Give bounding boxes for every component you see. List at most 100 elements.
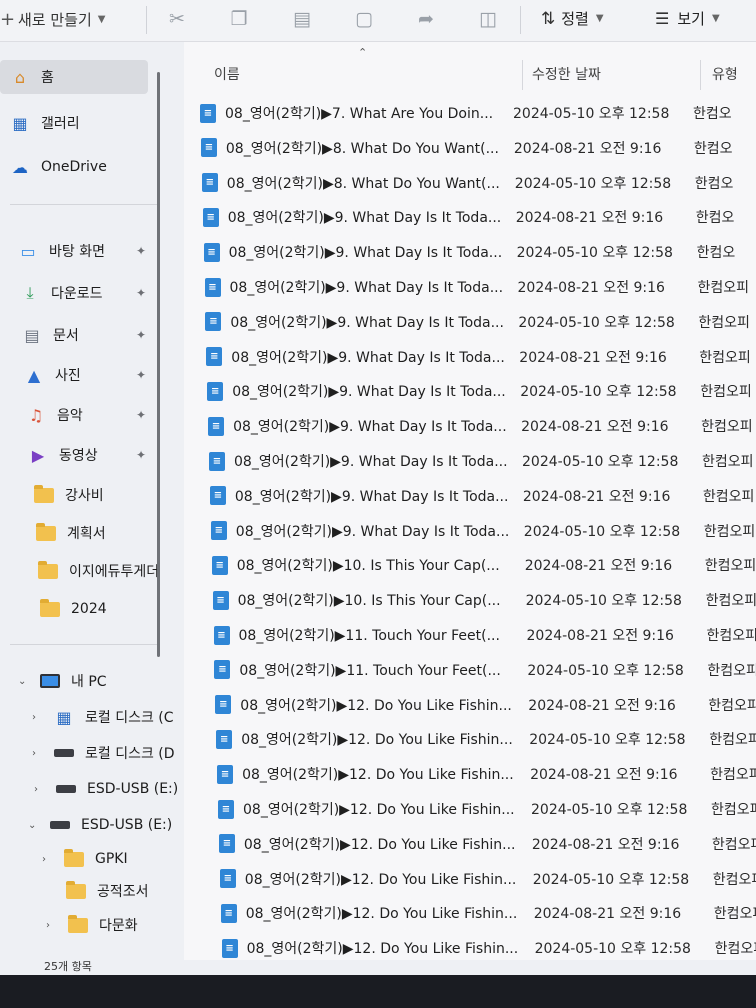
pin-icon[interactable]: ✦: [136, 408, 146, 422]
column-header-label: 유형: [712, 67, 738, 83]
file-list-view: ⌃ 이름 수정한 날짜 유형 ≡ 08_영어(2학기)▶7. What Are Y…: [184, 42, 756, 960]
file-row[interactable]: ≡ 08_영어(2학기)▶11. Touch Your Feet(... 2024-…: [213, 620, 756, 650]
sidebar-item-onedrive[interactable]: ☁ OneDrive: [0, 150, 107, 184]
sidebar-scrollbar[interactable]: [157, 72, 160, 657]
file-row[interactable]: ≡ 08_영어(2학기)▶9. What Day Is It Toda... 202…: [208, 411, 753, 441]
folder-icon: [38, 598, 62, 620]
hwp-document-icon: ≡: [209, 451, 225, 471]
hwp-document-icon: ≡: [221, 938, 238, 958]
chevron-right-icon[interactable]: ›: [34, 784, 48, 795]
sidebar-item-documents[interactable]: ▤ 문서 ✦: [0, 318, 146, 352]
file-row[interactable]: ≡ 08_영어(2학기)▶9. What Day Is It Toda... 202…: [209, 446, 754, 476]
sidebar-item-label: 동영상: [59, 448, 98, 464]
column-header-type[interactable]: 유형: [712, 56, 738, 92]
file-row[interactable]: ≡ 08_영어(2학기)▶8. What Do You Want(... 2024-…: [200, 133, 733, 163]
paste-icon[interactable]: ▤: [290, 7, 314, 31]
file-type: 한컴오: [693, 106, 732, 122]
file-type: 한컴오피스: [710, 767, 756, 784]
file-type: 한컴오피: [700, 384, 752, 401]
column-header-name[interactable]: 이름: [214, 56, 240, 92]
delete-icon[interactable]: ◫: [476, 7, 500, 31]
file-row[interactable]: ≡ 08_영어(2학기)▶7. What Are You Doin... 2024-…: [200, 98, 732, 128]
pin-icon[interactable]: ✦: [136, 244, 146, 258]
file-row[interactable]: ≡ 08_영어(2학기)▶9. What Day Is It Toda... 202…: [205, 307, 750, 337]
file-name: 08_영어(2학기)▶9. What Day Is It Toda...: [229, 280, 504, 296]
sidebar-item-desktop[interactable]: ▭ 바탕 화면 ✦: [0, 234, 146, 268]
file-row[interactable]: ≡ 08_영어(2학기)▶12. Do You Like Fishin... 202…: [216, 724, 756, 754]
hwp-document-icon: ≡: [201, 173, 218, 193]
file-row[interactable]: ≡ 08_영어(2학기)▶11. Touch Your Feet(... 2024-…: [214, 655, 756, 685]
sidebar-item-pictures[interactable]: ▲ 사진 ✦: [0, 358, 146, 392]
pin-icon[interactable]: ✦: [136, 448, 146, 462]
view-button[interactable]: ☰ 보기 ▼: [655, 8, 720, 29]
chevron-right-icon[interactable]: ›: [32, 712, 46, 723]
chevron-down-icon[interactable]: ⌄: [28, 820, 42, 831]
file-row[interactable]: ≡ 08_영어(2학기)▶8. What Do You Want(... 2024-…: [201, 168, 733, 198]
folder-icon: [66, 914, 90, 936]
sidebar-item-music[interactable]: ♫ 음악 ✦: [0, 398, 146, 432]
sidebar-item-usb-drive[interactable]: › ESD-USB (E:): [0, 772, 178, 806]
file-row[interactable]: ≡ 08_영어(2학기)▶10. Is This Your Cap(... 2024…: [211, 550, 756, 580]
sidebar-item-usb-drive-expanded[interactable]: ⌄ ESD-USB (E:): [0, 808, 172, 842]
file-row[interactable]: ≡ 08_영어(2학기)▶9. What Day Is It Toda... 202…: [206, 342, 751, 372]
file-row[interactable]: ≡ 08_영어(2학기)▶12. Do You Like Fishin... 202…: [218, 829, 756, 859]
sidebar-item-downloads[interactable]: ⤓ 다운로드 ✦: [0, 276, 146, 310]
column-divider[interactable]: [700, 60, 701, 90]
file-row[interactable]: ≡ 08_영어(2학기)▶9. What Day Is It Toda... 202…: [203, 237, 735, 267]
sidebar-item-folder[interactable]: › GPKI: [0, 842, 128, 876]
sort-button[interactable]: ⇅ 정렬 ▼: [541, 8, 604, 29]
file-row[interactable]: ≡ 08_영어(2학기)▶9. What Day Is It Toda... 202…: [210, 516, 756, 546]
column-divider[interactable]: [522, 60, 523, 90]
file-row[interactable]: ≡ 08_영어(2학기)▶9. What Day Is It Toda... 202…: [204, 272, 749, 302]
chevron-down-icon[interactable]: ⌄: [18, 676, 32, 687]
column-header-modified[interactable]: 수정한 날짜: [532, 56, 601, 92]
sidebar-item-label: 문서: [53, 328, 79, 344]
sidebar-item-this-pc[interactable]: ⌄ 내 PC: [0, 664, 107, 698]
file-modified-date: 2024-08-21 오전 9:16: [517, 280, 665, 296]
sidebar-item-home[interactable]: ⌂ 홈: [0, 60, 148, 94]
sidebar-item-gallery[interactable]: ▦ 갤러리: [0, 106, 79, 140]
cut-icon[interactable]: ✂: [165, 7, 189, 31]
sidebar-item-folder[interactable]: 이지에듀투게더: [0, 554, 159, 588]
sidebar-item-folder[interactable]: › 다문화: [0, 908, 138, 942]
sidebar-item-label: 로컬 디스크 (C: [85, 710, 174, 726]
rename-icon[interactable]: ▢: [352, 7, 376, 31]
pictures-icon: ▲: [27, 365, 41, 385]
chevron-right-icon[interactable]: ›: [32, 748, 46, 759]
pin-icon[interactable]: ✦: [136, 286, 146, 300]
file-name: 08_영어(2학기)▶12. Do You Like Fishin...: [244, 871, 517, 888]
sort-ascending-icon: ⌃: [358, 46, 368, 59]
hwp-document-icon: ≡: [215, 695, 232, 715]
sidebar-item-folder[interactable]: 강사비: [0, 478, 104, 512]
file-row[interactable]: ≡ 08_영어(2학기)▶12. Do You Like Fishin... 202…: [218, 794, 756, 824]
file-modified-date: 2024-08-21 오전 9:16: [519, 349, 667, 366]
file-type: 한컴오피: [702, 488, 755, 505]
new-button[interactable]: + 새로 만들기 ▼: [0, 6, 105, 32]
file-row[interactable]: ≡ 08_영어(2학기)▶12. Do You Like Fishin... 202…: [217, 759, 756, 789]
sidebar-item-label: ESD-USB (E:): [87, 781, 179, 797]
sidebar-item-folder[interactable]: 계획서: [0, 516, 106, 550]
sidebar-item-label: ESD-USB (E:): [81, 817, 173, 833]
file-row[interactable]: ≡ 08_영어(2학기)▶9. What Day Is It Toda... 202…: [202, 202, 734, 232]
pin-icon[interactable]: ✦: [136, 328, 146, 342]
sidebar-item-local-disk-d[interactable]: › 로컬 디스크 (D: [0, 736, 175, 770]
copy-icon[interactable]: ❐: [227, 7, 251, 31]
sidebar-item-folder[interactable]: 2024: [0, 592, 107, 626]
sidebar-item-videos[interactable]: ▶ 동영상 ✦: [0, 438, 146, 472]
file-row[interactable]: ≡ 08_영어(2학기)▶9. What Day Is It Toda... 202…: [209, 481, 755, 511]
share-icon[interactable]: ➦: [414, 7, 438, 31]
new-button-label: 새로 만들기: [18, 10, 92, 29]
sidebar-item-folder[interactable]: 공적조서: [0, 874, 149, 908]
chevron-right-icon[interactable]: ›: [42, 854, 56, 865]
file-row[interactable]: ≡ 08_영어(2학기)▶12. Do You Like Fishin... 202…: [221, 933, 756, 963]
file-type: 한컴오: [693, 140, 733, 157]
file-name: 08_영어(2학기)▶11. Touch Your Feet(...: [239, 662, 501, 679]
file-row[interactable]: ≡ 08_영어(2학기)▶9. What Day Is It Toda... 202…: [207, 376, 752, 406]
chevron-right-icon[interactable]: ›: [46, 920, 60, 931]
sidebar-item-local-disk-c[interactable]: › ▦ 로컬 디스크 (C: [0, 700, 174, 734]
file-row[interactable]: ≡ 08_영어(2학기)▶12. Do You Like Fishin... 202…: [220, 898, 756, 928]
file-row[interactable]: ≡ 08_영어(2학기)▶10. Is This Your Cap(... 2024…: [212, 585, 756, 615]
pin-icon[interactable]: ✦: [136, 368, 146, 382]
file-row[interactable]: ≡ 08_영어(2학기)▶12. Do You Like Fishin... 202…: [219, 864, 756, 894]
file-row[interactable]: ≡ 08_영어(2학기)▶12. Do You Like Fishin... 202…: [215, 690, 756, 720]
